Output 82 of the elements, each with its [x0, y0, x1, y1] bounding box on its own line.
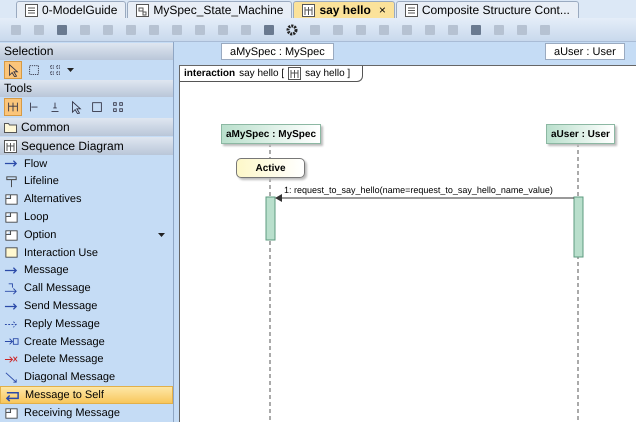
lifeline-header: aMySpec : MySpec: [221, 43, 334, 60]
item-label: Option: [24, 228, 58, 243]
tool-icon: [27, 63, 41, 77]
group-label: Sequence Diagram: [21, 138, 124, 155]
palette-group[interactable]: Common: [0, 118, 173, 136]
item-label: Flow: [24, 156, 48, 172]
item-label: Lifeline: [24, 174, 60, 190]
message-label: 1: request_to_say_hello(name=request_to_say_hello_name_value): [284, 184, 553, 197]
palette-item[interactable]: Send Message: [0, 297, 173, 316]
dropdown-arrow-icon[interactable]: [158, 233, 165, 238]
call-arrow-icon: [4, 280, 19, 296]
palette-item[interactable]: Message: [0, 262, 173, 280]
item-label: Send Message: [24, 299, 98, 314]
palette-item[interactable]: Flow: [0, 155, 173, 173]
tab[interactable]: 0-ModelGuide: [16, 1, 126, 18]
palette-item[interactable]: Message to Self: [0, 386, 173, 404]
palette-header: Selection: [0, 43, 173, 60]
palette-item[interactable]: Interaction Use: [0, 244, 173, 262]
fragment-icon: [4, 192, 19, 207]
palette-item[interactable]: Call Message: [0, 280, 173, 298]
palette-group[interactable]: Sequence Diagram: [0, 137, 173, 155]
item-label: Reply Message: [24, 316, 101, 332]
item-label: Loop: [24, 210, 50, 226]
fragment-icon: [4, 228, 19, 243]
palette-item[interactable]: Option: [0, 226, 173, 244]
palette-item[interactable]: Diagonal Message: [0, 368, 173, 386]
item-label: Message: [24, 263, 70, 278]
item-label: Create Message: [24, 334, 106, 350]
document-icon: [25, 4, 38, 16]
close-button[interactable]: ×: [378, 1, 386, 19]
palette-item[interactable]: Delete Message: [0, 350, 173, 369]
activation-bar: [266, 196, 276, 240]
lifeline-head: aMySpec : MySpec: [221, 124, 322, 144]
group-label: Common: [21, 119, 70, 136]
document-icon: [404, 4, 418, 16]
item-label: Diagonal Message: [24, 370, 116, 386]
tool-icon: [48, 63, 62, 77]
tab[interactable]: MySpec_State_Machine: [127, 1, 292, 18]
item-label: Alternatives: [24, 192, 82, 208]
tool-icon: [90, 100, 104, 114]
tool-icon: [69, 100, 83, 114]
state-invariant: Active: [236, 158, 305, 178]
fragment-icon: [4, 210, 19, 225]
palette-item[interactable]: Reply Message: [0, 315, 173, 333]
lifeline-icon: [4, 174, 19, 190]
fragment-icon: [4, 406, 19, 421]
tab[interactable]: Composite Structure Cont...: [396, 1, 579, 18]
pointer-icon: [6, 63, 20, 77]
tab-label: MySpec_State_Machine: [153, 2, 284, 19]
palette-item[interactable]: Create Message: [0, 332, 173, 351]
dropdown-arrow-icon[interactable]: [67, 68, 74, 72]
sequence-diagram-icon: [302, 4, 316, 16]
palette-item[interactable]: Loop: [0, 208, 173, 226]
sequence-diagram-icon: [4, 140, 17, 152]
item-label: Interaction Use: [24, 246, 99, 261]
gear-icon[interactable]: [284, 22, 300, 38]
lifeline-head: aUser : User: [546, 124, 615, 144]
palette-item[interactable]: Lifeline: [0, 172, 173, 191]
state-diagram-icon: [136, 4, 150, 16]
tab-label: Composite Structure Cont...: [422, 2, 570, 19]
folder-icon: [4, 122, 17, 132]
item-label: Delete Message: [24, 352, 104, 368]
palette-header: Tools: [0, 80, 173, 97]
tool-icon: [6, 100, 20, 114]
frame-reference: say hello ]: [305, 67, 350, 81]
item-label: Call Message: [24, 281, 92, 296]
palette-tool[interactable]: [4, 61, 22, 79]
diagonal-arrow-icon: [4, 370, 19, 385]
item-label: Receiving Message: [24, 406, 121, 421]
tab[interactable]: say hello ×: [293, 1, 395, 18]
tab-label: 0-ModelGuide: [42, 2, 118, 19]
tool-icon: [111, 100, 125, 114]
frame-keyword: interaction: [184, 67, 236, 81]
activation-bar: [574, 196, 584, 258]
tab-label: say hello: [319, 2, 371, 19]
frame-icon: [4, 245, 19, 260]
palette-item[interactable]: Receiving Message: [0, 404, 173, 422]
frame-name: say hello [: [239, 67, 284, 81]
palette-item[interactable]: Alternatives: [0, 190, 173, 208]
lifeline-header: aUser : User: [545, 43, 625, 60]
palette-tool[interactable]: [4, 98, 22, 116]
item-label: Message to Self: [25, 388, 105, 404]
